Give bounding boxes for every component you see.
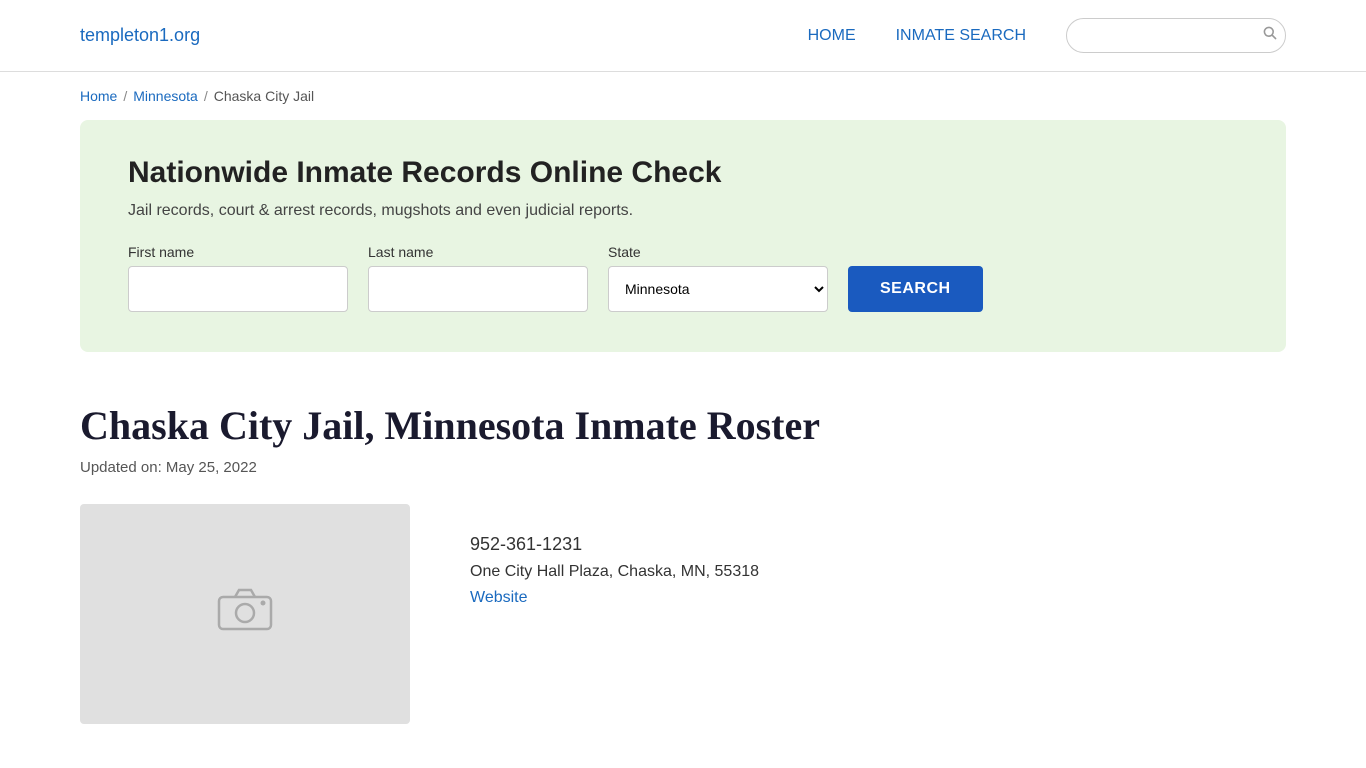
main-content: Chaska City Jail, Minnesota Inmate Roste…: [0, 382, 1366, 744]
state-select[interactable]: Minnesota: [608, 266, 828, 312]
site-header: templeton1.org HOME INMATE SEARCH: [0, 0, 1366, 72]
inmate-search-form: First name Last name State Minnesota SEA…: [128, 244, 1238, 312]
banner-title: Nationwide Inmate Records Online Check: [128, 156, 1238, 190]
first-name-field: First name: [128, 244, 348, 312]
search-icon: [1262, 25, 1278, 46]
search-banner: Nationwide Inmate Records Online Check J…: [80, 120, 1286, 352]
header-search-box: [1066, 18, 1286, 53]
facility-address: One City Hall Plaza, Chaska, MN, 55318: [470, 563, 759, 581]
page-title: Chaska City Jail, Minnesota Inmate Roste…: [80, 402, 1286, 449]
nav-home[interactable]: HOME: [808, 27, 856, 45]
state-field: State Minnesota: [608, 244, 828, 312]
breadcrumb-current: Chaska City Jail: [214, 88, 314, 104]
site-logo[interactable]: templeton1.org: [80, 25, 200, 46]
last-name-field: Last name: [368, 244, 588, 312]
updated-date: Updated on: May 25, 2022: [80, 459, 1286, 476]
last-name-input[interactable]: [368, 266, 588, 312]
last-name-label: Last name: [368, 244, 588, 260]
state-label: State: [608, 244, 828, 260]
breadcrumb: Home / Minnesota / Chaska City Jail: [0, 72, 1366, 120]
breadcrumb-minnesota[interactable]: Minnesota: [133, 88, 198, 104]
search-button[interactable]: SEARCH: [848, 266, 983, 312]
breadcrumb-sep-2: /: [204, 88, 208, 104]
facility-phone: 952-361-1231: [470, 534, 759, 555]
header-search-input[interactable]: [1081, 28, 1262, 44]
nav-inmate-search[interactable]: INMATE SEARCH: [896, 27, 1026, 45]
first-name-input[interactable]: [128, 266, 348, 312]
facility-details: 952-361-1231 One City Hall Plaza, Chaska…: [470, 504, 759, 607]
facility-info-section: 952-361-1231 One City Hall Plaza, Chaska…: [80, 504, 1286, 724]
main-nav: HOME INMATE SEARCH: [808, 27, 1026, 45]
facility-website-link[interactable]: Website: [470, 589, 759, 607]
banner-subtitle: Jail records, court & arrest records, mu…: [128, 202, 1238, 220]
camera-icon: [215, 583, 275, 645]
facility-image: [80, 504, 410, 724]
breadcrumb-sep-1: /: [123, 88, 127, 104]
first-name-label: First name: [128, 244, 348, 260]
breadcrumb-home[interactable]: Home: [80, 88, 117, 104]
